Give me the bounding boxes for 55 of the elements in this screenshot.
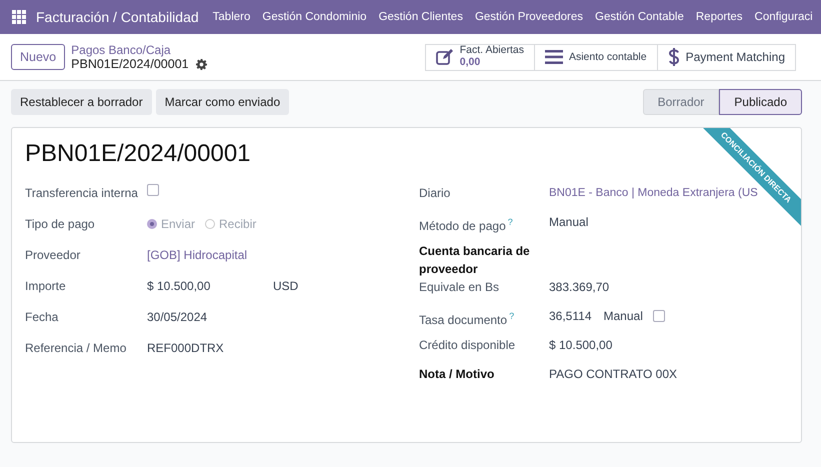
record-name: PBN01E/2024/00001	[71, 57, 189, 71]
gear-icon[interactable]	[196, 58, 207, 70]
field-value: $ 10.500,00	[549, 337, 612, 354]
field-link[interactable]: [GOB] Hidrocapital	[147, 246, 248, 264]
menu-item[interactable]: Configuraci	[748, 11, 819, 23]
action-button[interactable]: Restablecer a borrador	[11, 89, 152, 115]
checkbox[interactable]	[652, 310, 665, 322]
field-value: Manual	[549, 214, 588, 231]
new-button[interactable]: Nuevo	[11, 44, 66, 70]
radio-label: Recibir	[219, 216, 256, 233]
record-title: PBN01E/2024/00001	[25, 140, 251, 168]
field-label: Proveedor	[25, 247, 82, 264]
radio-button[interactable]	[205, 219, 216, 229]
option-label: Manual	[604, 308, 643, 325]
field-label: Método de pago $^{?}$	[419, 216, 514, 235]
field-label: Equivale en Bs	[419, 279, 500, 296]
field-label: Importe	[25, 278, 67, 295]
smart-button[interactable]: Asiento contable	[534, 44, 658, 70]
field-value: $ 10.500,00	[147, 278, 212, 295]
menu-item[interactable]: Gestión Contable	[589, 11, 690, 23]
field-label: Diario	[419, 185, 452, 202]
smart-button[interactable]: Fact. Abiertas 0,00	[424, 44, 535, 70]
menu-item[interactable]: Gestión Proveedores	[468, 11, 589, 23]
app-title[interactable]: Facturación / Contabilidad	[36, 9, 199, 25]
dollar-icon	[668, 47, 680, 67]
field-label: Crédito disponible	[419, 337, 516, 354]
menu-item[interactable]: Tablero	[206, 11, 256, 23]
field-value: 36,5114	[549, 308, 592, 325]
smart-button[interactable]: Payment Matching	[656, 44, 796, 70]
field-link[interactable]: BN01E - Banco | Moneda Extranjera (US	[549, 184, 758, 202]
list-icon	[544, 50, 563, 64]
apps-grid-icon[interactable]	[12, 10, 26, 24]
breadcrumb-link[interactable]: Pagos Banco/Caja	[71, 43, 207, 57]
field-value: 383.369,70	[549, 279, 610, 296]
field-label: Nota / Motivo	[419, 366, 496, 383]
status-step[interactable]: Borrador	[642, 89, 720, 115]
menu-item[interactable]: Gestión Condominio	[256, 11, 373, 23]
field-label: Referencia / Memo	[25, 340, 128, 357]
field-label: Tipo de pago	[25, 216, 96, 233]
field-value: PAGO CONTRATO 00X	[549, 366, 678, 383]
menu-item[interactable]: Gestión Clientes	[372, 11, 469, 23]
radio-button[interactable]	[147, 219, 157, 229]
field-label: Fecha	[25, 309, 60, 326]
radio-label: Enviar	[161, 216, 196, 233]
checkbox[interactable]	[147, 184, 159, 196]
field-value: REF000DTRX	[147, 340, 224, 357]
edit-icon	[436, 49, 454, 65]
currency-code: USD	[273, 278, 298, 295]
action-button[interactable]: Marcar como enviado	[156, 89, 290, 115]
field-label: Cuenta bancaria de proveedor	[419, 243, 531, 278]
menu-item[interactable]: Reportes	[690, 11, 749, 23]
status-step[interactable]: Publicado	[719, 89, 802, 115]
field-label: Tasa documento $^{?}$	[419, 310, 516, 329]
field-label: Transferencia interna	[25, 185, 139, 202]
field-value: 30/05/2024	[147, 309, 208, 326]
